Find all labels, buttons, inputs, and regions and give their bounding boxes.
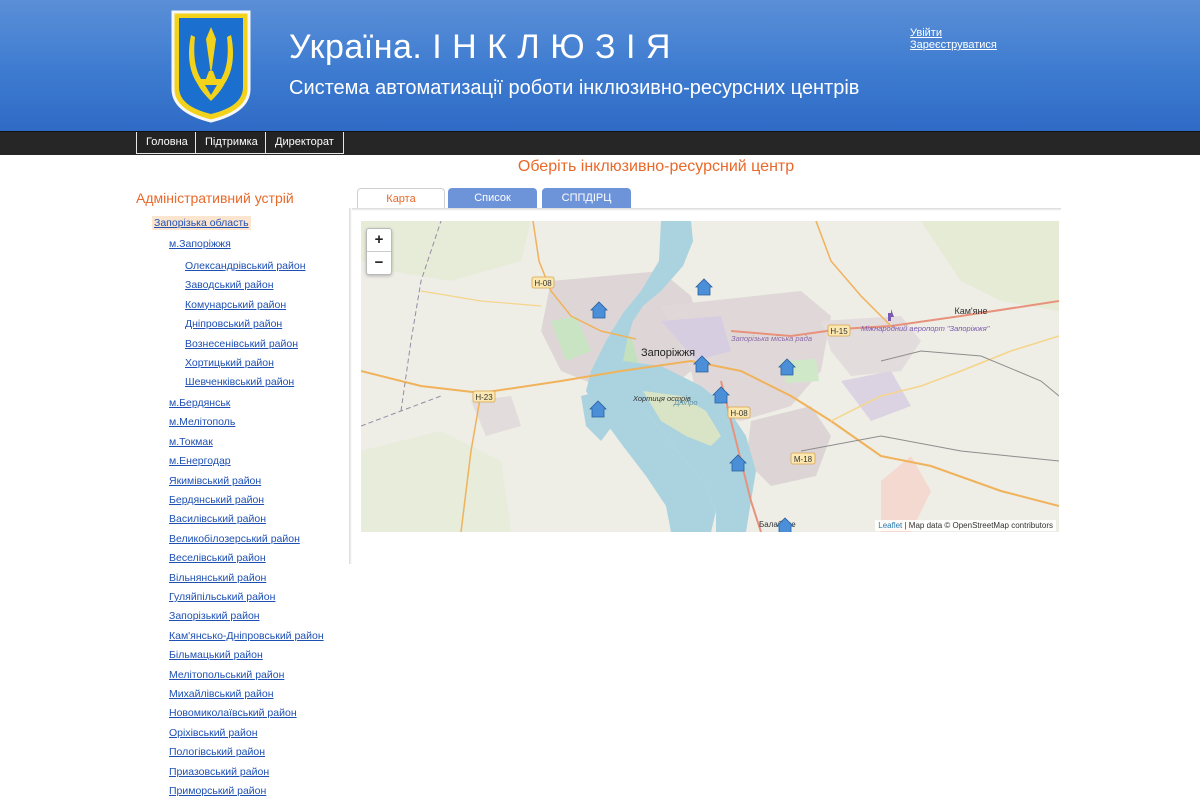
leaflet-link[interactable]: Leaflet bbox=[878, 521, 902, 530]
sidebar-item-link[interactable]: м.Токмак bbox=[169, 436, 213, 448]
sidebar-item-link[interactable]: Більмацький район bbox=[169, 649, 263, 661]
road-label-h23: H-23 bbox=[475, 393, 493, 402]
main-navigation: Головна Підтримка Директорат bbox=[0, 131, 1200, 155]
ukraine-coat-of-arms-icon bbox=[171, 10, 251, 123]
auth-links: Увійти Зареєструватися bbox=[910, 27, 997, 51]
sidebar-item-link[interactable]: Кам'янсько-Дніпровський район bbox=[169, 630, 324, 642]
map-label-dnipro: Дніпро bbox=[673, 398, 698, 407]
page-heading: Оберіть інклюзивно-ресурсний центр bbox=[517, 158, 795, 175]
road-label-h08-south: H-08 bbox=[730, 409, 748, 418]
sidebar-item-link[interactable]: Бердянський район bbox=[169, 494, 264, 506]
login-link[interactable]: Увійти bbox=[910, 27, 997, 39]
nav-support[interactable]: Підтримка bbox=[195, 132, 268, 154]
sidebar-item-link[interactable]: Пологівський район bbox=[169, 746, 265, 758]
sidebar-item-link[interactable]: Запорізький район bbox=[169, 610, 260, 622]
sidebar-item-link[interactable]: Веселівський район bbox=[169, 552, 266, 564]
nav-directorate[interactable]: Директорат bbox=[265, 132, 344, 154]
map-tiles: H-08 H-23 H-08 H-15 M-18 Запоріжжя Кам'я… bbox=[361, 221, 1059, 532]
site-subtitle: Система автоматизації роботи інклюзивно-… bbox=[289, 77, 860, 99]
sidebar-item-link[interactable]: Вільнянський район bbox=[169, 572, 266, 584]
road-label-h15: H-15 bbox=[830, 327, 848, 336]
site-header: Україна. І Н К Л Ю З І Я Система автомат… bbox=[0, 0, 1200, 131]
map-view[interactable]: H-08 H-23 H-08 H-15 M-18 Запоріжжя Кам'я… bbox=[361, 221, 1059, 532]
tab-sppdirc[interactable]: СППДІРЦ bbox=[542, 188, 631, 208]
city-district-link[interactable]: Олександрівський район bbox=[185, 260, 306, 272]
city-district-link[interactable]: Вознесенівський район bbox=[185, 338, 298, 350]
sidebar-item-link[interactable]: м.Енергодар bbox=[169, 455, 231, 467]
map-label-kamyane: Кам'яне bbox=[954, 306, 987, 316]
sidebar-item-link[interactable]: м.Мелітополь bbox=[169, 416, 235, 428]
tab-list[interactable]: Список bbox=[448, 188, 537, 208]
sidebar-region-link[interactable]: Запорізька область bbox=[152, 216, 251, 230]
city-district-link[interactable]: Хортицький район bbox=[185, 357, 274, 369]
sidebar-item-link[interactable]: Гуляйпільський район bbox=[169, 591, 275, 603]
road-label-m18: M-18 bbox=[794, 455, 813, 464]
sidebar-item-link[interactable]: Михайлівський район bbox=[169, 688, 274, 700]
tab-panel-border bbox=[349, 208, 1061, 211]
zoom-control: + − bbox=[366, 228, 392, 275]
attribution-text: | Map data © OpenStreetMap contributors bbox=[902, 521, 1054, 530]
sidebar-item-link[interactable]: Якимівський район bbox=[169, 475, 261, 487]
sidebar-item-link[interactable]: м.Бердянськ bbox=[169, 397, 230, 409]
sidebar-city-link[interactable]: м.Запоріжжя bbox=[169, 238, 231, 250]
sidebar-item-link[interactable]: Приморський район bbox=[169, 785, 266, 797]
map-label-airport: Міжнародний аеропорт "Запоріжжя" bbox=[861, 324, 990, 333]
sidebar-item-link[interactable]: Новомиколаївський район bbox=[169, 707, 297, 719]
tab-panel-shadow bbox=[349, 208, 352, 564]
city-district-link[interactable]: Заводський район bbox=[185, 279, 274, 291]
map-label-council: Запорізька міська рада bbox=[731, 334, 812, 343]
sidebar-item-link[interactable]: Василівський район bbox=[169, 513, 266, 525]
register-link[interactable]: Зареєструватися bbox=[910, 39, 997, 51]
sidebar-item-link[interactable]: Мелітопольський район bbox=[169, 669, 284, 681]
zoom-out-button[interactable]: − bbox=[367, 251, 391, 274]
road-label-h08-north: H-08 bbox=[534, 279, 552, 288]
zoom-in-button[interactable]: + bbox=[367, 229, 391, 251]
city-district-link[interactable]: Комунарський район bbox=[185, 299, 286, 311]
sidebar-item-link[interactable]: Приазовський район bbox=[169, 766, 269, 778]
sidebar-item-link[interactable]: Оріхівський район bbox=[169, 727, 258, 739]
city-district-link[interactable]: Шевченківський район bbox=[185, 376, 294, 388]
map-label-zaporizhzhia: Запоріжжя bbox=[641, 347, 695, 359]
site-title: Україна. І Н К Л Ю З І Я bbox=[289, 28, 671, 66]
map-attribution: Leaflet | Map data © OpenStreetMap contr… bbox=[875, 520, 1056, 531]
sidebar-title: Адміністративний устрій bbox=[136, 190, 294, 206]
nav-home[interactable]: Головна bbox=[136, 132, 198, 154]
tab-map[interactable]: Карта bbox=[357, 188, 445, 209]
city-district-link[interactable]: Дніпровський район bbox=[185, 318, 282, 330]
sidebar-item-link[interactable]: Великобілозерський район bbox=[169, 533, 300, 545]
